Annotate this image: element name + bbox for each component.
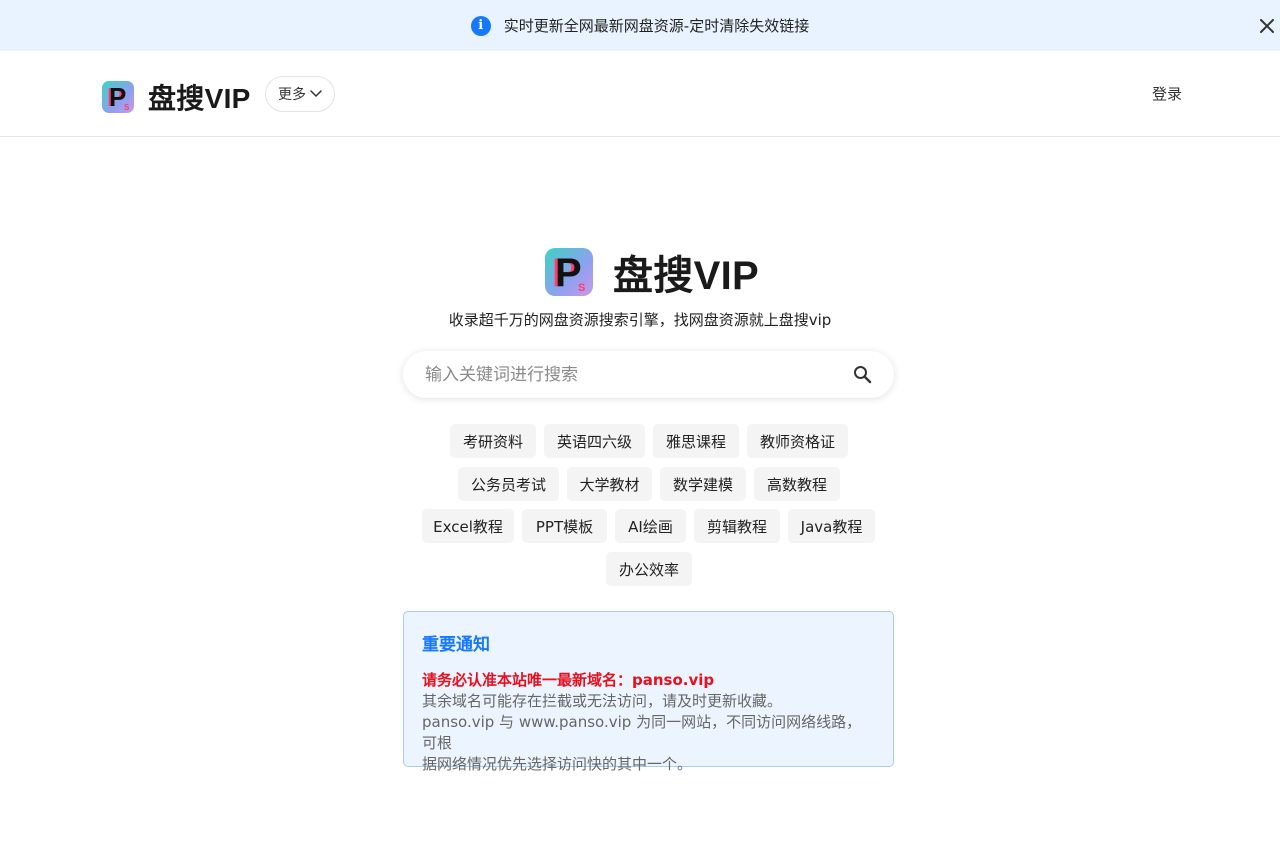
hero-title: 盘搜VIP [613,254,759,298]
site-header: P P S 盘搜VIP 更多 登录 [0,51,1280,137]
notice-line: 据网络情况优先选择访问快的其中一个。 [422,755,693,773]
tag-item[interactable]: 高数教程 [754,467,840,501]
notice-line: panso.vip 与 www.panso.vip 为同一网站，不同访问网络线路… [422,713,862,752]
brand-name: 盘搜VIP [148,83,251,114]
logo-icon: P P S [545,248,593,296]
important-notice: 重要通知 请务必认准本站唯一最新域名：panso.vip 其余域名可能存在拦截或… [403,611,894,773]
tag-item[interactable]: 教师资格证 [747,424,848,458]
close-icon[interactable] [1254,14,1280,38]
search-icon[interactable] [852,364,874,386]
tag-item[interactable]: 剪辑教程 [694,509,780,543]
search-box [403,351,894,398]
notice-highlight: 请务必认准本站唯一最新域名：panso.vip [422,671,715,689]
search-input[interactable] [425,364,825,385]
tag-item[interactable]: Excel教程 [422,509,514,543]
header-brand[interactable]: P P S 盘搜VIP [102,77,251,117]
svg-text:S: S [578,282,585,294]
more-label: 更多 [278,87,306,103]
tag-item[interactable]: 考研资料 [450,424,536,458]
notice-line: 其余域名可能存在拦截或无法访问，请及时更新收藏。 [422,692,783,710]
tag-item[interactable]: 大学教材 [567,467,652,501]
notice-title: 重要通知 [422,635,490,655]
hero-brand: P P S 盘搜VIP [545,243,759,301]
tag-item[interactable]: AI绘画 [615,509,686,543]
tag-item[interactable]: 数学建模 [660,467,746,501]
more-dropdown-button[interactable]: 更多 [265,76,335,112]
logo-icon: P P S [102,81,134,113]
login-link[interactable]: 登录 [1152,83,1182,104]
tag-item[interactable]: 英语四六级 [544,424,645,458]
tag-item[interactable]: 公务员考试 [458,467,559,501]
tag-item[interactable]: Java教程 [788,509,875,543]
tag-item[interactable]: 雅思课程 [653,424,739,458]
info-icon: i [470,15,491,36]
announcement-text: 实时更新全网最新网盘资源-定时清除失效链接 [503,17,810,35]
chevron-down-icon [310,90,322,98]
tag-item[interactable]: 办公效率 [606,552,692,586]
tag-item[interactable]: PPT模板 [522,509,607,543]
tagline: 收录超千万的网盘资源搜索引擎，找网盘资源就上盘搜vip [448,311,832,329]
announcement-bar: i 实时更新全网最新网盘资源-定时清除失效链接 [0,0,1280,51]
svg-text:S: S [124,103,130,112]
